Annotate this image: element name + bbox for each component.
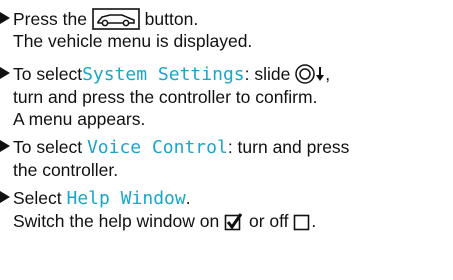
- vehicle-button-icon: [91, 8, 140, 30]
- bullet-arrow-icon: [0, 191, 10, 203]
- step-4-line-1: Select Help Window.: [13, 188, 191, 209]
- bullet-arrow-icon: [0, 140, 10, 152]
- menu-item-help-window: Help Window: [66, 188, 186, 209]
- step-1: Press the button. The vehicle menu is di…: [0, 8, 252, 52]
- step-3-line-1: To select Voice Control: turn and press: [13, 137, 350, 158]
- bullet-arrow-icon: [0, 67, 10, 79]
- checkbox-checked-icon: [224, 212, 244, 232]
- step-3-line-2: the controller.: [13, 160, 119, 180]
- step-2-line-3: A menu appears.: [13, 109, 146, 129]
- menu-item-voice-control: Voice Control: [86, 137, 228, 158]
- step-4: Select Help Window. Switch the help wind…: [0, 187, 316, 232]
- step-2-line-2: turn and press the controller to confirm…: [13, 87, 318, 107]
- controller-slide-down-icon: [295, 63, 325, 85]
- step-3: To select Voice Control: turn and press …: [0, 136, 349, 181]
- checkbox-empty-icon: [293, 212, 311, 232]
- step-1-line-2: The vehicle menu is displayed.: [13, 31, 253, 51]
- instruction-page: Press the button. The vehicle menu is di…: [0, 0, 453, 280]
- step-2-line-1: To selectSystem Settings: slide ,: [13, 63, 331, 85]
- step-2: To selectSystem Settings: slide , turn a…: [0, 63, 330, 130]
- step-1-line-1: Press the button.: [13, 8, 199, 30]
- bullet-arrow-icon: [0, 12, 10, 24]
- step-4-line-2: Switch the help window on or off .: [13, 211, 317, 232]
- menu-item-system-settings: System Settings: [82, 64, 245, 85]
